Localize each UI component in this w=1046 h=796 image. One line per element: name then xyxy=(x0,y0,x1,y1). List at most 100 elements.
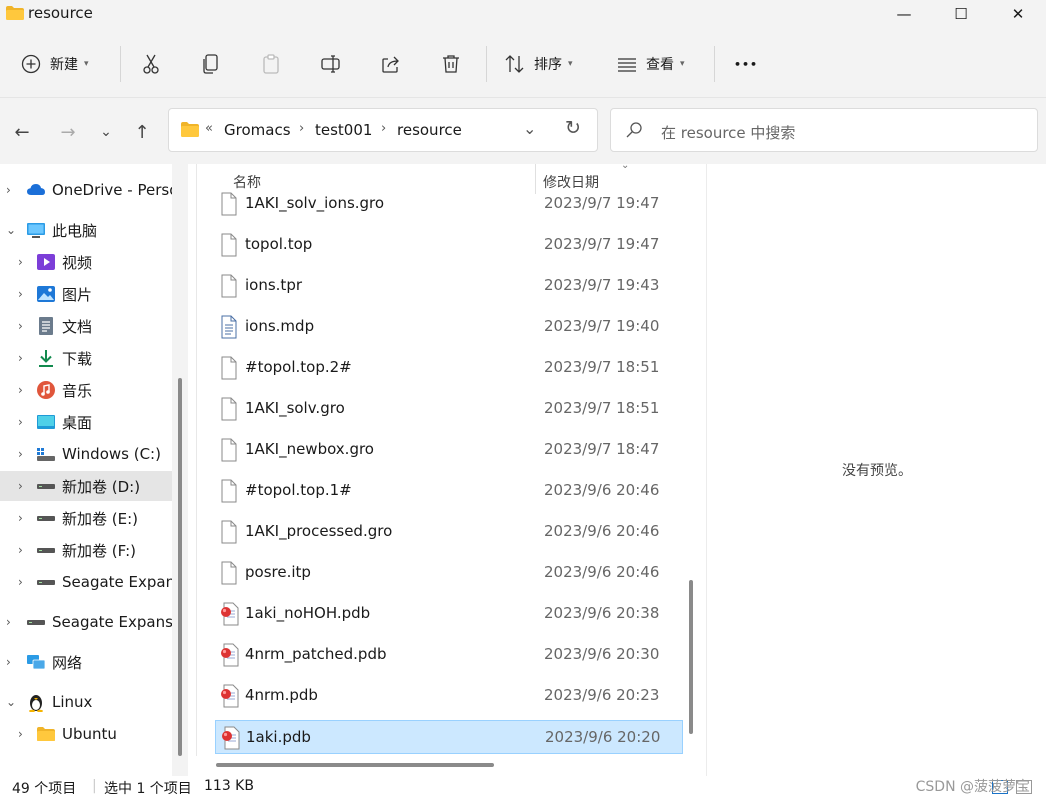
file-row[interactable]: 1AKI_solv.gro 2023/9/7 18:51 xyxy=(215,392,683,426)
chevron-right-icon[interactable]: › xyxy=(381,121,386,136)
sidebar-item-label: 音乐 xyxy=(62,381,93,400)
file-list-horizontal-scrollbar-thumb[interactable] xyxy=(216,763,494,767)
chevron-right-icon[interactable]: › xyxy=(6,183,11,197)
cut-button[interactable] xyxy=(140,44,162,84)
file-row[interactable]: #topol.top.1# 2023/9/6 20:46 xyxy=(215,474,683,508)
maximize-button[interactable]: ☐ xyxy=(933,0,989,28)
new-button[interactable]: 新建 ▾ xyxy=(20,44,89,84)
chevron-right-icon[interactable]: › xyxy=(18,319,23,333)
arrow-up-icon: ↑ xyxy=(134,121,150,143)
sidebar-item-ubuntu[interactable]: › Ubuntu xyxy=(0,719,172,749)
sidebar-item-linux[interactable]: ⌄ Linux xyxy=(0,687,172,717)
file-list-vertical-scrollbar[interactable] xyxy=(684,164,698,776)
file-row[interactable]: ions.mdp 2023/9/7 19:40 xyxy=(215,310,683,344)
file-list: ⌄ 名称 修改日期 1AKI_solv_ions.gro 2023/9/7 19:… xyxy=(196,160,684,776)
copy-button[interactable] xyxy=(200,44,222,84)
file-row[interactable]: topol.top 2023/9/7 19:47 xyxy=(215,228,683,262)
file-list-vertical-scrollbar-thumb[interactable] xyxy=(689,580,693,734)
paste-button[interactable] xyxy=(260,44,282,84)
file-row[interactable]: 1aki_noHOH.pdb 2023/9/6 20:38 xyxy=(215,597,683,631)
chevron-down-icon[interactable]: ⌄ xyxy=(6,223,16,237)
chevron-right-icon[interactable]: › xyxy=(18,255,23,269)
chevron-right-icon[interactable]: › xyxy=(18,415,23,429)
sidebar-item-network[interactable]: › 网络 xyxy=(0,647,172,677)
file-name: 1AKI_solv_ions.gro xyxy=(245,194,385,212)
sidebar-item-documents[interactable]: › 文档 xyxy=(0,311,172,341)
file-row[interactable]: 4nrm_patched.pdb 2023/9/6 20:30 xyxy=(215,638,683,672)
file-row[interactable]: 1AKI_solv_ions.gro 2023/9/7 19:47 xyxy=(215,187,683,221)
search-input[interactable]: 在 resource 中搜索 xyxy=(661,122,795,143)
address-dropdown-icon[interactable]: ⌄ xyxy=(523,119,536,138)
file-modified-date: 2023/9/7 18:47 xyxy=(544,440,660,458)
chevron-down-icon[interactable]: ⌄ xyxy=(6,695,16,709)
rename-button[interactable] xyxy=(320,44,342,84)
up-button[interactable]: ↑ xyxy=(128,118,156,146)
chevron-right-icon[interactable]: › xyxy=(18,383,23,397)
sidebar-item-music[interactable]: › 音乐 xyxy=(0,375,172,405)
chevron-right-icon[interactable]: › xyxy=(18,479,23,493)
search-box[interactable]: 在 resource 中搜索 xyxy=(610,108,1038,152)
chevron-right-icon[interactable]: › xyxy=(6,655,11,669)
sidebar-item-desktop[interactable]: › 桌面 xyxy=(0,407,172,437)
sidebar-item-windows-c[interactable]: › Windows (C:) xyxy=(0,439,172,469)
sidebar-item-onedrive[interactable]: › OneDrive - Personal xyxy=(0,175,172,205)
sidebar-item-seagate[interactable]: › Seagate Expansion Drive xyxy=(0,567,172,597)
file-row[interactable]: 4nrm.pdb 2023/9/6 20:23 xyxy=(215,679,683,713)
forward-button[interactable]: → xyxy=(54,118,82,146)
sidebar-item-label: 网络 xyxy=(52,653,83,672)
share-button[interactable] xyxy=(380,44,402,84)
pdb-file-icon xyxy=(222,726,240,750)
back-button[interactable]: ← xyxy=(8,118,36,146)
sidebar-scrollbar[interactable] xyxy=(172,164,188,776)
sidebar-item-label: 此电脑 xyxy=(52,221,98,240)
sidebar-item-this-pc[interactable]: ⌄ 此电脑 xyxy=(0,215,172,245)
file-row[interactable]: 1AKI_processed.gro 2023/9/6 20:46 xyxy=(215,515,683,549)
breadcrumb-overflow-icon[interactable]: « xyxy=(205,121,213,136)
breadcrumb-gromacs[interactable]: Gromacs xyxy=(224,121,291,139)
view-button[interactable]: 查看 ▾ xyxy=(616,44,685,84)
file-row[interactable]: posre.itp 2023/9/6 20:46 xyxy=(215,556,683,590)
breadcrumb-test001[interactable]: test001 xyxy=(315,121,372,139)
sidebar-item-downloads[interactable]: › 下载 xyxy=(0,343,172,373)
close-button[interactable]: ✕ xyxy=(990,0,1046,28)
chevron-right-icon[interactable]: › xyxy=(6,615,11,629)
close-icon: ✕ xyxy=(1011,5,1025,23)
watermark: CSDN @菠菠萝宝 xyxy=(915,779,1030,795)
file-name: 1aki_noHOH.pdb xyxy=(245,604,371,622)
file-list-horizontal-scrollbar[interactable] xyxy=(196,756,684,776)
view-list-icon xyxy=(618,58,636,72)
address-bar[interactable]: « Gromacs › test001 › resource ⌄ ↻ xyxy=(168,108,598,152)
chevron-right-icon[interactable]: › xyxy=(299,121,304,136)
file-row[interactable]: #topol.top.2# 2023/9/7 18:51 xyxy=(215,351,683,385)
network-icon xyxy=(27,655,46,670)
file-row[interactable]: 1aki.pdb 2023/9/6 20:20 xyxy=(215,720,683,754)
chevron-right-icon[interactable]: › xyxy=(18,351,23,365)
breadcrumb-resource[interactable]: resource xyxy=(397,121,462,139)
linux-penguin-icon xyxy=(29,695,43,712)
chevron-right-icon[interactable]: › xyxy=(18,511,23,525)
window-title: resource xyxy=(28,4,93,22)
sidebar-item-drive-e[interactable]: › 新加卷 (E:) xyxy=(0,503,172,533)
sort-button[interactable]: 排序 ▾ xyxy=(504,44,573,84)
minimize-button[interactable]: — xyxy=(876,0,932,28)
delete-button[interactable] xyxy=(440,44,462,84)
chevron-right-icon[interactable]: › xyxy=(18,447,23,461)
file-row[interactable]: 1AKI_newbox.gro 2023/9/7 18:47 xyxy=(215,433,683,467)
file-row[interactable]: ions.tpr 2023/9/7 19:43 xyxy=(215,269,683,303)
refresh-icon[interactable]: ↻ xyxy=(565,117,581,139)
chevron-right-icon[interactable]: › xyxy=(18,287,23,301)
file-icon xyxy=(221,397,237,421)
recent-locations-button[interactable]: ⌄ xyxy=(92,118,120,146)
sidebar-item-videos[interactable]: › 视频 xyxy=(0,247,172,277)
sidebar-scrollbar-thumb[interactable] xyxy=(178,378,182,756)
sort-indicator-icon: ⌄ xyxy=(621,160,630,171)
chevron-right-icon[interactable]: › xyxy=(18,543,23,557)
chevron-right-icon[interactable]: › xyxy=(18,727,23,741)
more-options-button[interactable]: ••• xyxy=(734,44,758,84)
chevron-right-icon[interactable]: › xyxy=(18,575,23,589)
status-divider: | xyxy=(92,778,97,794)
sidebar-item-seagate-root[interactable]: › Seagate Expansion Drive xyxy=(0,607,172,637)
sidebar-item-drive-f[interactable]: › 新加卷 (F:) xyxy=(0,535,172,565)
sidebar-item-drive-d[interactable]: › 新加卷 (D:) xyxy=(0,471,172,501)
sidebar-item-pictures[interactable]: › 图片 xyxy=(0,279,172,309)
